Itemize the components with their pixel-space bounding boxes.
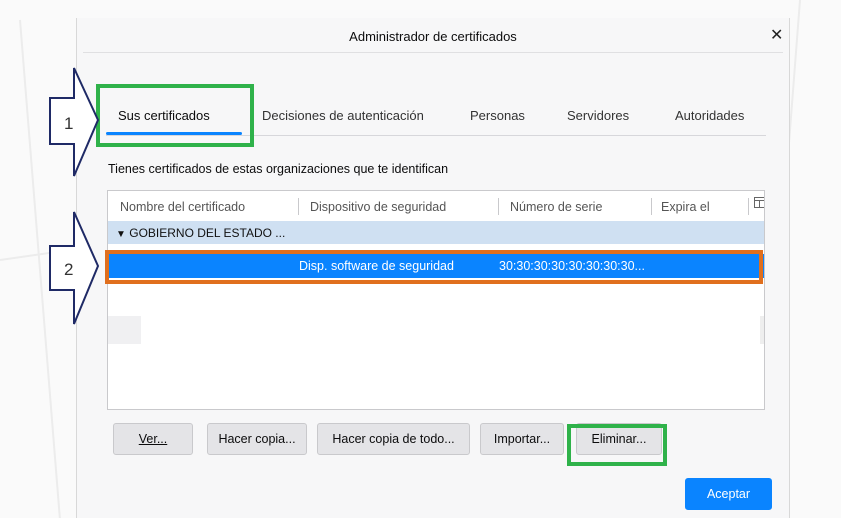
group-name: GOBIERNO DEL ESTADO ... bbox=[129, 226, 286, 240]
column-divider bbox=[651, 198, 652, 215]
dialog-title: Administrador de certificados bbox=[349, 29, 517, 44]
callout-number-2: 2 bbox=[64, 260, 74, 279]
highlight-box-delete bbox=[567, 424, 667, 466]
certificates-tree[interactable]: Nombre del certificado Dispositivo de se… bbox=[107, 190, 765, 410]
view-button[interactable]: Ver... bbox=[113, 423, 193, 455]
title-bar: Administrador de certificados ✕ bbox=[77, 18, 789, 54]
tree-group-row[interactable]: ▼ GOBIERNO DEL ESTADO ... bbox=[108, 221, 764, 244]
callout-arrow-1 bbox=[49, 67, 100, 177]
import-button[interactable]: Importar... bbox=[480, 423, 564, 455]
tab-decisiones-autenticacion[interactable]: Decisiones de autenticación bbox=[262, 108, 424, 123]
backup-button[interactable]: Hacer copia... bbox=[207, 423, 307, 455]
highlight-box-row bbox=[105, 250, 763, 284]
column-divider bbox=[498, 198, 499, 215]
tab-autoridades[interactable]: Autoridades bbox=[675, 108, 744, 123]
backup-all-button[interactable]: Hacer copia de todo... bbox=[317, 423, 470, 455]
tab-servidores[interactable]: Servidores bbox=[567, 108, 629, 123]
tree-group-label: ▼ GOBIERNO DEL ESTADO ... bbox=[116, 226, 285, 240]
close-icon[interactable]: ✕ bbox=[770, 25, 783, 45]
placeholder-cell bbox=[760, 316, 764, 344]
title-separator bbox=[83, 52, 783, 53]
column-header-name[interactable]: Nombre del certificado bbox=[120, 200, 245, 214]
column-divider bbox=[748, 198, 749, 215]
view-button-label: Ver... bbox=[138, 432, 168, 446]
placeholder-cell bbox=[108, 316, 141, 344]
chevron-down-icon[interactable]: ▼ bbox=[116, 229, 126, 240]
highlight-box-tab bbox=[96, 84, 254, 147]
column-divider bbox=[298, 198, 299, 215]
callout-arrow-2 bbox=[49, 211, 100, 325]
tab-personas[interactable]: Personas bbox=[470, 108, 525, 123]
callout-number-1: 1 bbox=[64, 114, 74, 133]
column-header-expires[interactable]: Expira el bbox=[661, 200, 710, 214]
column-header-serial[interactable]: Número de serie bbox=[510, 200, 602, 214]
column-picker-icon[interactable] bbox=[754, 197, 764, 211]
description-text: Tienes certificados de estas organizacio… bbox=[108, 162, 449, 176]
accept-button[interactable]: Aceptar bbox=[685, 478, 772, 510]
column-header-device[interactable]: Dispositivo de seguridad bbox=[310, 200, 446, 214]
table-header: Nombre del certificado Dispositivo de se… bbox=[108, 191, 764, 222]
